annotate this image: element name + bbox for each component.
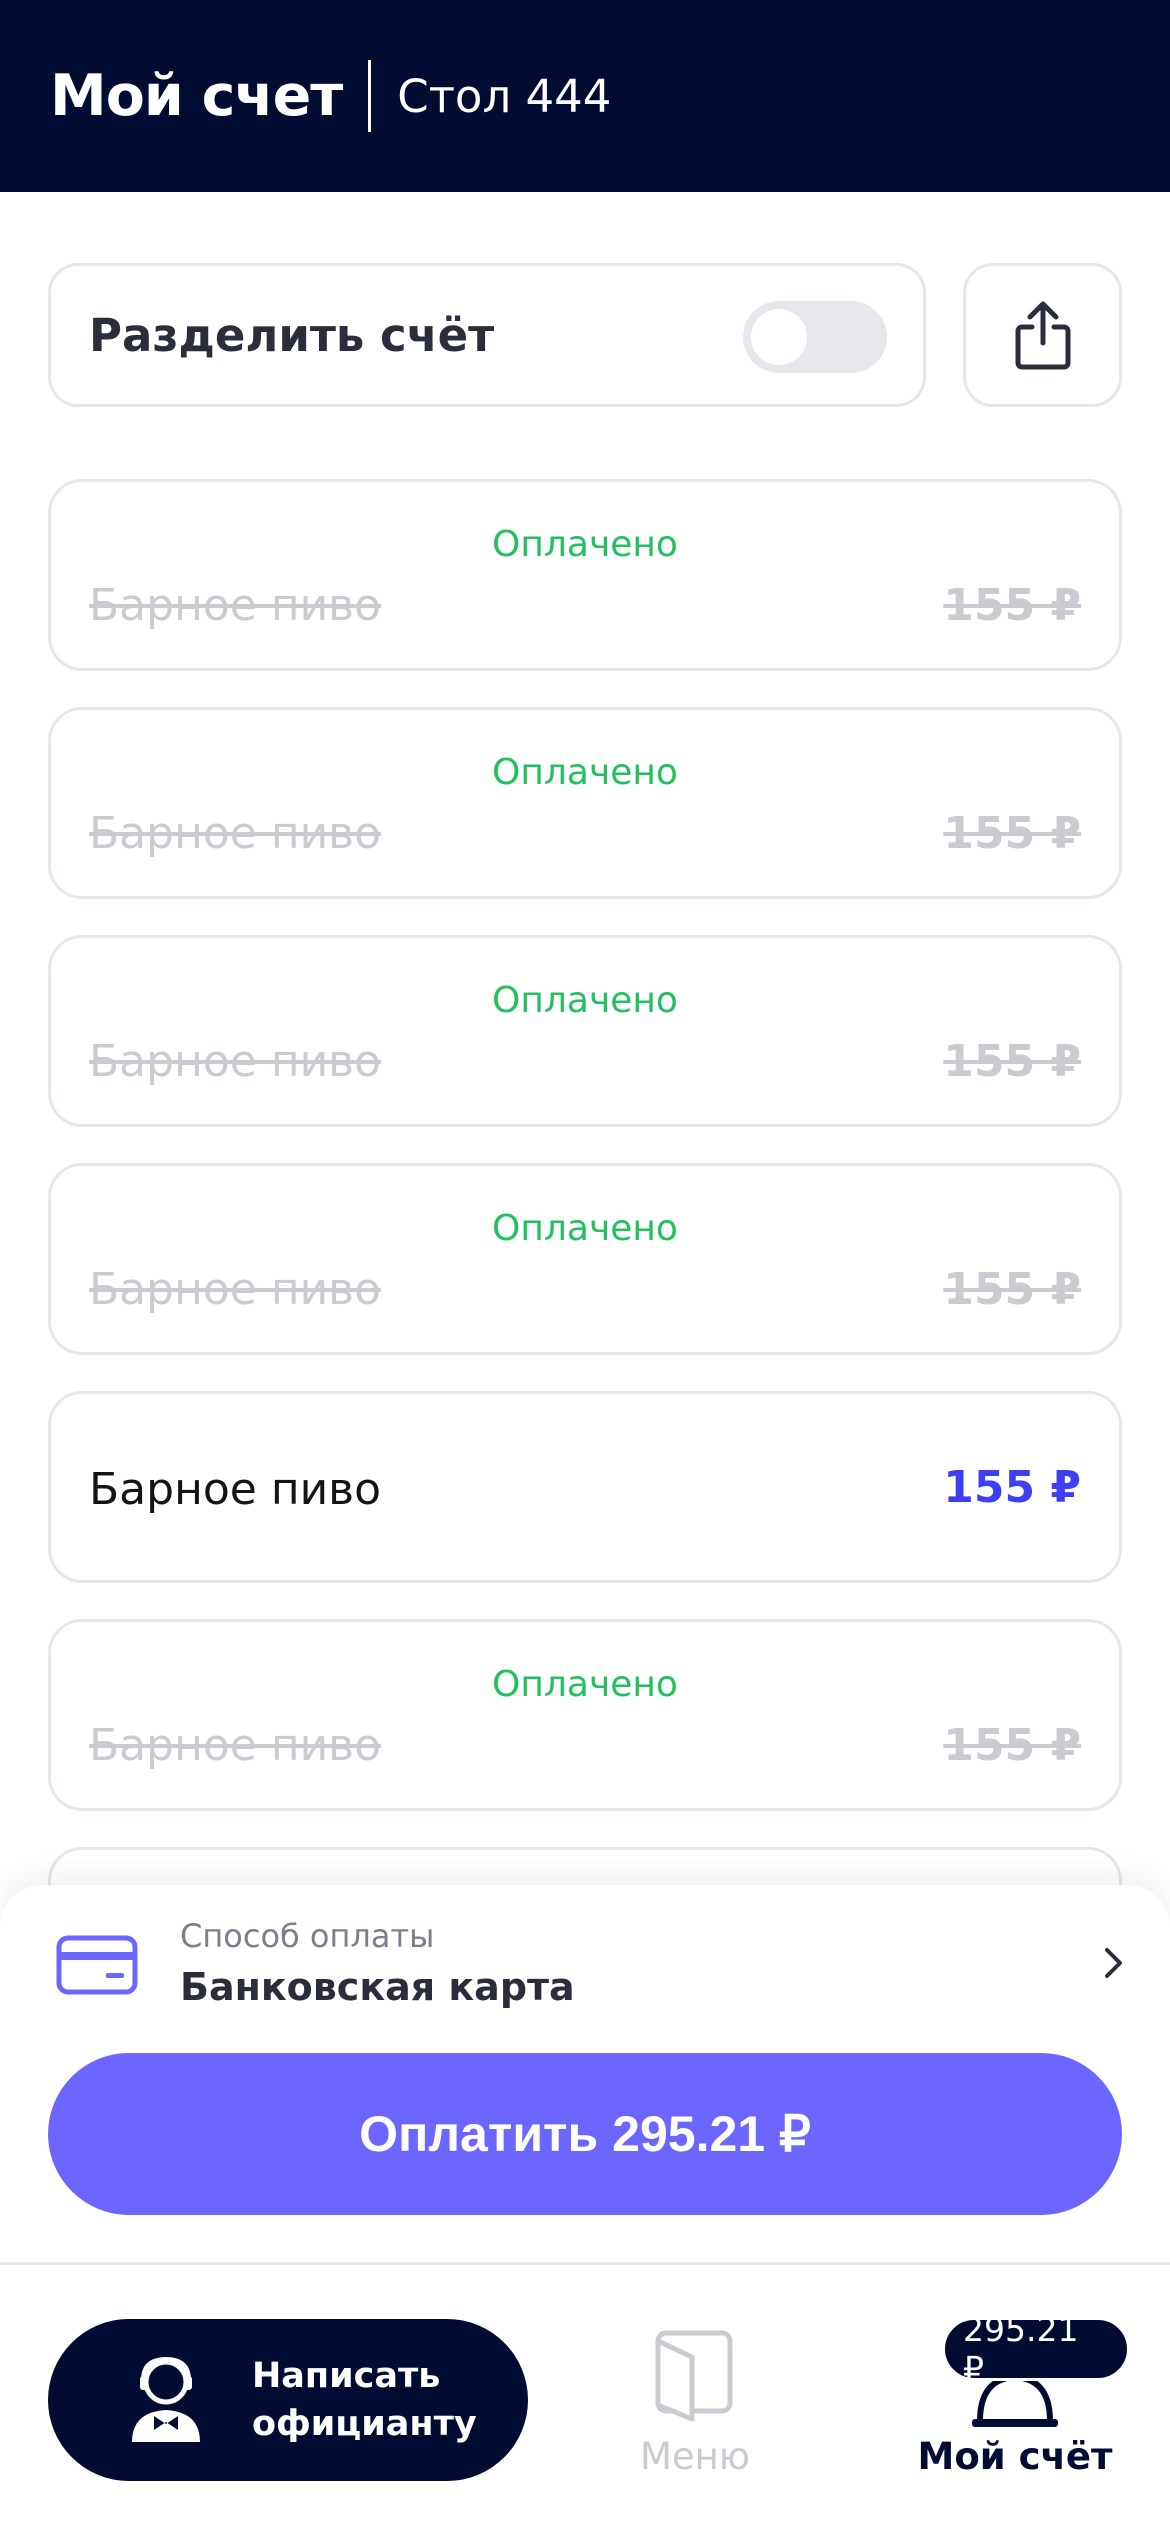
paid-status: Оплачено <box>492 980 678 1021</box>
item-name: Барное пиво <box>89 1720 382 1771</box>
item-name: Барное пиво <box>89 580 382 631</box>
menu-book-icon <box>655 2330 733 2422</box>
nav-item-bill[interactable]: 295.21 ₽ Мой счёт <box>900 2295 1130 2495</box>
split-bill-row[interactable]: Разделить счёт <box>48 263 926 407</box>
split-bill-label: Разделить счёт <box>89 308 495 362</box>
item-price: 155 ₽ <box>943 1036 1081 1087</box>
header-divider <box>368 60 372 132</box>
bill-item[interactable]: Оплачено Барное пиво 155 ₽ <box>48 935 1122 1127</box>
paid-status: Оплачено <box>492 524 678 565</box>
bill-item[interactable]: Оплачено Барное пиво 155 ₽ <box>48 707 1122 899</box>
paid-status: Оплачено <box>492 752 678 793</box>
bill-item[interactable]: Оплачено Барное пиво 155 ₽ <box>48 1163 1122 1355</box>
item-price: 155 ₽ <box>943 1720 1081 1771</box>
item-name: Барное пиво <box>89 1036 382 1087</box>
call-waiter-label: Написать официанту <box>252 2352 477 2448</box>
item-price: 155 ₽ <box>943 1264 1081 1315</box>
bill-items-list: Оплачено Барное пиво 155 ₽ Оплачено Барн… <box>48 479 1122 2075</box>
waiter-icon <box>132 2356 200 2442</box>
bill-item[interactable]: Оплачено Барное пиво 155 ₽ <box>48 1619 1122 1811</box>
card-icon <box>56 1935 138 1995</box>
payment-method-value: Банковская карта <box>180 1965 575 2009</box>
pay-button[interactable]: Оплатить 295.21 ₽ <box>48 2053 1122 2215</box>
item-name: Барное пиво <box>89 1264 382 1315</box>
nav-menu-label: Меню <box>639 2435 751 2478</box>
item-price: 155 ₽ <box>943 1462 1081 1513</box>
item-price: 155 ₽ <box>943 808 1081 859</box>
table-label: Стол 444 <box>397 69 612 123</box>
toggle-knob <box>751 309 807 365</box>
call-waiter-button[interactable]: Написать официанту <box>48 2319 528 2481</box>
payment-method-row[interactable]: Способ оплаты Банковская карта <box>0 1885 1170 2045</box>
bill-item[interactable]: Барное пиво 155 ₽ <box>48 1391 1122 1583</box>
paid-status: Оплачено <box>492 1208 678 1249</box>
chevron-right-icon <box>1105 1948 1122 1978</box>
app-header: Мой счет Стол 444 <box>0 0 1170 192</box>
payment-sheet: Способ оплаты Банковская карта Оплатить … <box>0 1885 1170 2265</box>
item-name: Барное пиво <box>89 1464 382 1515</box>
nav-bill-label: Мой счёт <box>917 2435 1113 2478</box>
share-icon <box>1015 301 1070 370</box>
bottom-nav: Написать официанту Меню 295.21 ₽ Мой счё… <box>0 2265 1170 2532</box>
share-button[interactable] <box>963 263 1122 407</box>
paid-status: Оплачено <box>492 1664 678 1705</box>
bill-total-badge: 295.21 ₽ <box>942 2310 1130 2388</box>
split-bill-toggle[interactable] <box>743 301 887 373</box>
item-price: 155 ₽ <box>943 580 1081 631</box>
page-title: Мой счет <box>50 63 343 129</box>
payment-method-caption: Способ оплаты <box>180 1917 435 1955</box>
nav-item-menu[interactable]: Меню <box>630 2327 760 2487</box>
item-name: Барное пиво <box>89 808 382 859</box>
bill-item[interactable]: Оплачено Барное пиво 155 ₽ <box>48 479 1122 671</box>
call-waiter-line1: Написать <box>252 2356 441 2396</box>
call-waiter-line2: официанту <box>252 2404 477 2444</box>
